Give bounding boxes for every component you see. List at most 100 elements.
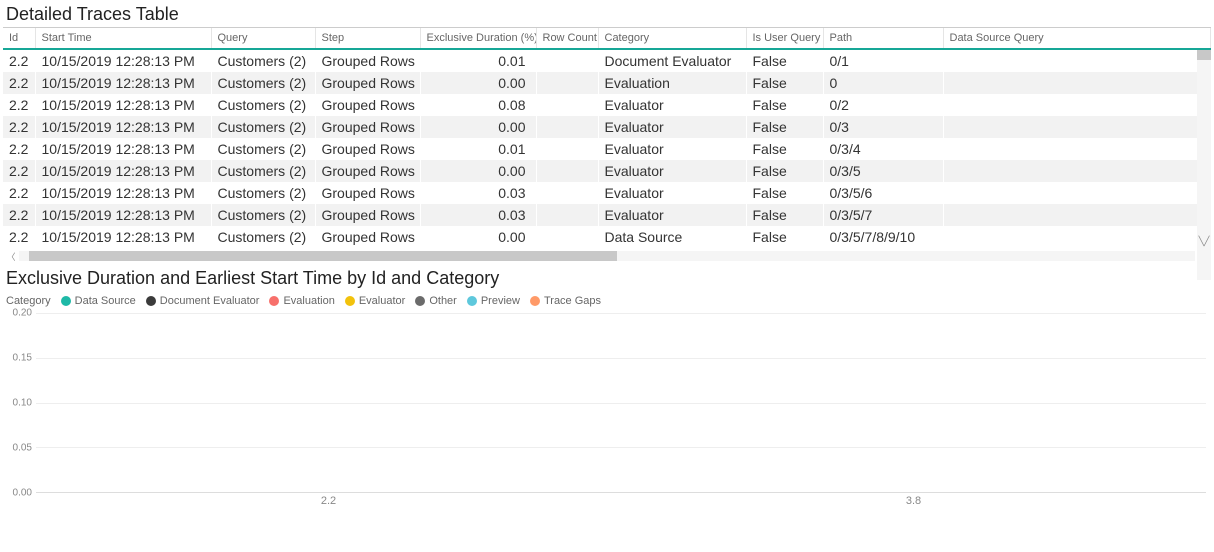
cell-id[interactable]: 2.2 [3, 94, 35, 116]
legend-item[interactable]: Preview [467, 295, 520, 307]
cell-path[interactable]: 0/3 [823, 116, 943, 138]
cell-query[interactable]: Customers (2) [211, 116, 315, 138]
col-exclusive-duration[interactable]: Exclusive Duration (%) [420, 28, 536, 49]
cell-step[interactable]: Grouped Rows [315, 116, 420, 138]
cell-data-source-query[interactable] [943, 94, 1211, 116]
cell-category[interactable]: Evaluator [598, 204, 746, 226]
chart-area[interactable]: 0.000.050.100.150.20 2.23.8 [6, 313, 1206, 511]
cell-exclusive-duration[interactable]: 0.00 [420, 160, 536, 182]
cell-path[interactable]: 0/3/5 [823, 160, 943, 182]
cell-id[interactable]: 2.2 [3, 116, 35, 138]
cell-row-count[interactable] [536, 49, 598, 72]
cell-start-time[interactable]: 10/15/2019 12:28:13 PM [35, 94, 211, 116]
table-header-row[interactable]: Id Start Time Query Step Exclusive Durat… [3, 28, 1211, 49]
cell-data-source-query[interactable] [943, 160, 1211, 182]
cell-step[interactable]: Grouped Rows [315, 204, 420, 226]
table-row[interactable]: 2.210/15/2019 12:28:13 PMCustomers (2)Gr… [3, 204, 1211, 226]
cell-step[interactable]: Grouped Rows [315, 182, 420, 204]
cell-path[interactable]: 0/1 [823, 49, 943, 72]
cell-start-time[interactable]: 10/15/2019 12:28:13 PM [35, 204, 211, 226]
cell-query[interactable]: Customers (2) [211, 182, 315, 204]
cell-query[interactable]: Customers (2) [211, 49, 315, 72]
cell-exclusive-duration[interactable]: 0.03 [420, 182, 536, 204]
cell-query[interactable]: Customers (2) [211, 138, 315, 160]
scroll-left-icon[interactable]: 〈 [3, 248, 19, 264]
cell-data-source-query[interactable] [943, 204, 1211, 226]
cell-category[interactable]: Evaluator [598, 138, 746, 160]
horizontal-scroll-thumb[interactable] [29, 251, 617, 261]
col-start-time[interactable]: Start Time [35, 28, 211, 49]
cell-is-user-query[interactable]: False [746, 116, 823, 138]
cell-data-source-query[interactable] [943, 72, 1211, 94]
cell-path[interactable]: 0/3/5/7 [823, 204, 943, 226]
cell-is-user-query[interactable]: False [746, 204, 823, 226]
cell-id[interactable]: 2.2 [3, 160, 35, 182]
cell-row-count[interactable] [536, 160, 598, 182]
cell-row-count[interactable] [536, 72, 598, 94]
cell-start-time[interactable]: 10/15/2019 12:28:13 PM [35, 116, 211, 138]
legend-item[interactable]: Other [415, 295, 457, 307]
cell-category[interactable]: Evaluator [598, 94, 746, 116]
cell-category[interactable]: Evaluator [598, 160, 746, 182]
cell-id[interactable]: 2.2 [3, 72, 35, 94]
cell-query[interactable]: Customers (2) [211, 94, 315, 116]
cell-category[interactable]: Evaluator [598, 182, 746, 204]
cell-exclusive-duration[interactable]: 0.08 [420, 94, 536, 116]
cell-query[interactable]: Customers (2) [211, 160, 315, 182]
legend-item[interactable]: Evaluation [269, 295, 334, 307]
legend-item[interactable]: Trace Gaps [530, 295, 601, 307]
cell-step[interactable]: Grouped Rows [315, 72, 420, 94]
cell-id[interactable]: 2.2 [3, 49, 35, 72]
cell-is-user-query[interactable]: False [746, 226, 823, 248]
cell-is-user-query[interactable]: False [746, 49, 823, 72]
table-row[interactable]: 2.210/15/2019 12:28:13 PMCustomers (2)Gr… [3, 226, 1211, 248]
cell-data-source-query[interactable] [943, 138, 1211, 160]
cell-exclusive-duration[interactable]: 0.00 [420, 116, 536, 138]
cell-step[interactable]: Grouped Rows [315, 49, 420, 72]
table-row[interactable]: 2.210/15/2019 12:28:13 PMCustomers (2)Gr… [3, 72, 1211, 94]
cell-row-count[interactable] [536, 182, 598, 204]
table-row[interactable]: 2.210/15/2019 12:28:13 PMCustomers (2)Gr… [3, 182, 1211, 204]
cell-start-time[interactable]: 10/15/2019 12:28:13 PM [35, 160, 211, 182]
cell-id[interactable]: 2.2 [3, 204, 35, 226]
legend-item[interactable]: Data Source [61, 295, 136, 307]
traces-table[interactable]: Id Start Time Query Step Exclusive Durat… [3, 28, 1211, 248]
cell-start-time[interactable]: 10/15/2019 12:28:13 PM [35, 72, 211, 94]
cell-row-count[interactable] [536, 116, 598, 138]
col-category[interactable]: Category [598, 28, 746, 49]
cell-data-source-query[interactable] [943, 49, 1211, 72]
cell-query[interactable]: Customers (2) [211, 204, 315, 226]
cell-path[interactable]: 0/3/5/7/8/9/10 [823, 226, 943, 248]
cell-path[interactable]: 0 [823, 72, 943, 94]
cell-id[interactable]: 2.2 [3, 182, 35, 204]
cell-query[interactable]: Customers (2) [211, 72, 315, 94]
cell-row-count[interactable] [536, 138, 598, 160]
cell-is-user-query[interactable]: False [746, 94, 823, 116]
horizontal-scrollbar[interactable] [19, 251, 1195, 261]
chart-legend[interactable]: Category Data SourceDocument EvaluatorEv… [6, 295, 1208, 307]
cell-step[interactable]: Grouped Rows [315, 138, 420, 160]
cell-data-source-query[interactable] [943, 226, 1211, 248]
cell-start-time[interactable]: 10/15/2019 12:28:13 PM [35, 226, 211, 248]
cell-is-user-query[interactable]: False [746, 160, 823, 182]
table-row[interactable]: 2.210/15/2019 12:28:13 PMCustomers (2)Gr… [3, 94, 1211, 116]
table-row[interactable]: 2.210/15/2019 12:28:13 PMCustomers (2)Gr… [3, 138, 1211, 160]
cell-start-time[interactable]: 10/15/2019 12:28:13 PM [35, 138, 211, 160]
col-id[interactable]: Id [3, 28, 35, 49]
cell-path[interactable]: 0/3/5/6 [823, 182, 943, 204]
col-row-count[interactable]: Row Count [536, 28, 598, 49]
table-row[interactable]: 2.210/15/2019 12:28:13 PMCustomers (2)Gr… [3, 160, 1211, 182]
cell-step[interactable]: Grouped Rows [315, 160, 420, 182]
plot-area[interactable] [36, 313, 1206, 493]
col-data-source-query[interactable]: Data Source Query [943, 28, 1211, 49]
cell-is-user-query[interactable]: False [746, 182, 823, 204]
cell-category[interactable]: Evaluator [598, 116, 746, 138]
cell-category[interactable]: Data Source [598, 226, 746, 248]
cell-exclusive-duration[interactable]: 0.01 [420, 49, 536, 72]
cell-path[interactable]: 0/3/4 [823, 138, 943, 160]
cell-id[interactable]: 2.2 [3, 226, 35, 248]
cell-step[interactable]: Grouped Rows [315, 94, 420, 116]
legend-item[interactable]: Evaluator [345, 295, 405, 307]
cell-data-source-query[interactable] [943, 116, 1211, 138]
cell-category[interactable]: Evaluation [598, 72, 746, 94]
